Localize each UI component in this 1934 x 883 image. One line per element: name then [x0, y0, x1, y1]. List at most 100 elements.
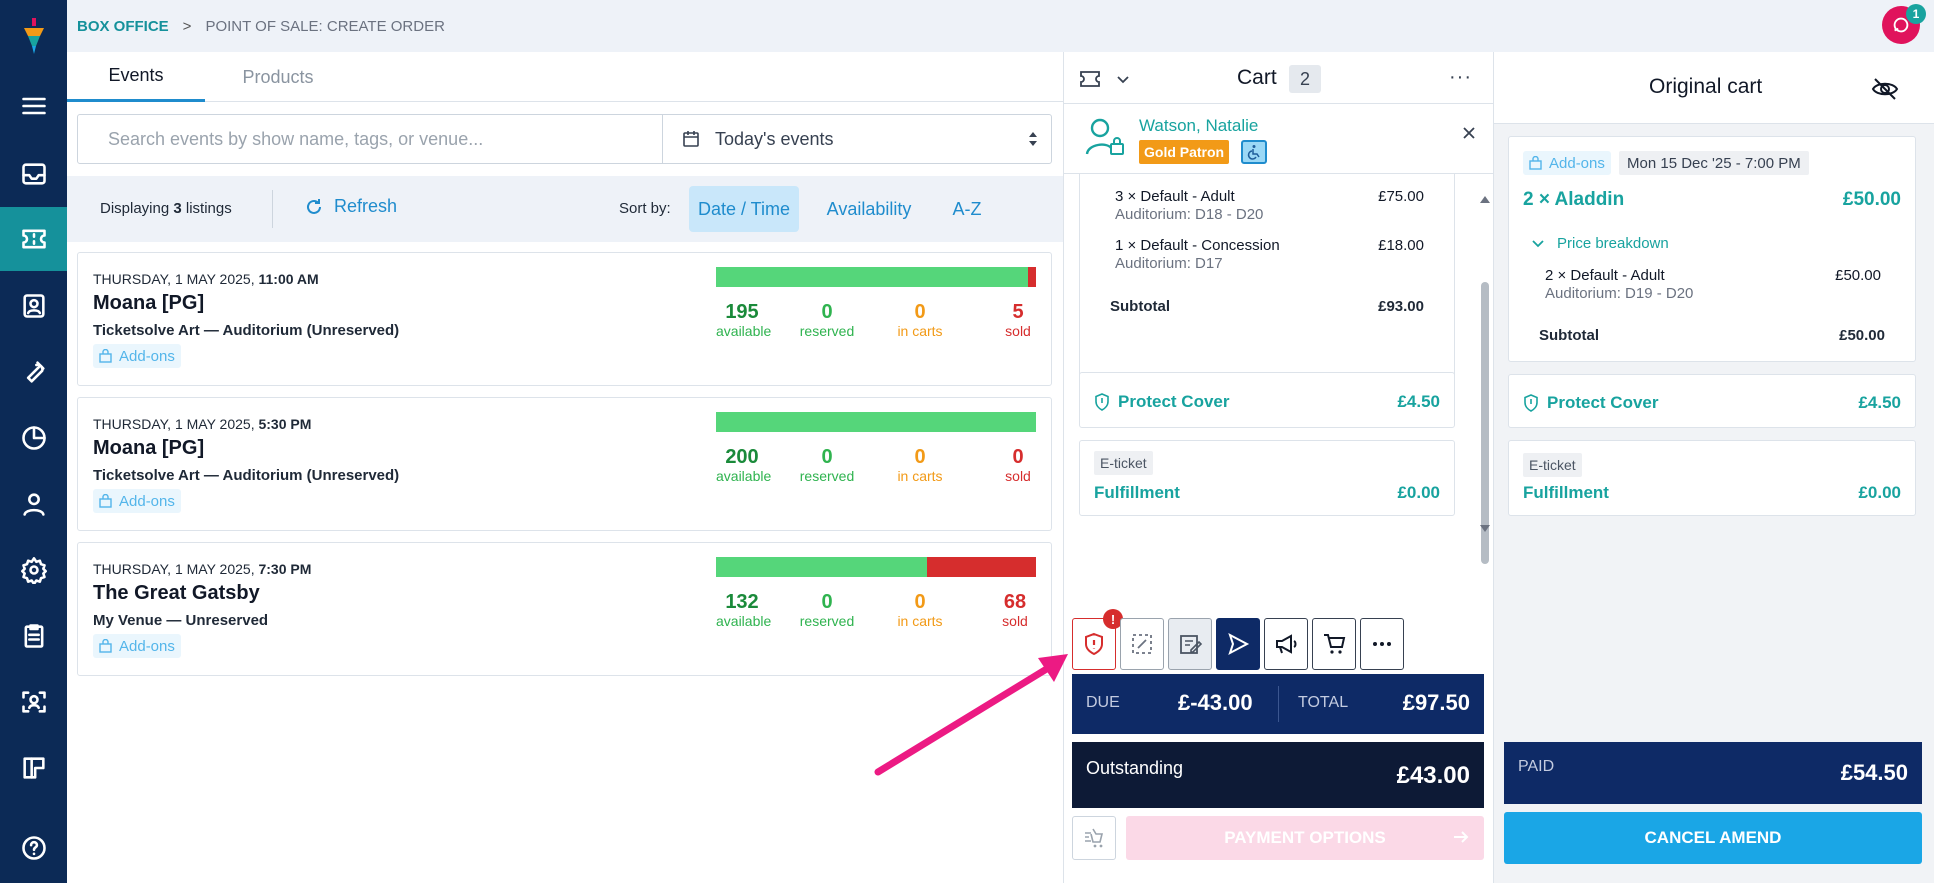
close-icon[interactable] [1462, 126, 1476, 140]
event-venue: Ticketsolve Art — Auditorium (Unreserved… [93, 322, 400, 339]
wrench-icon [26, 361, 45, 383]
breadcrumb-root[interactable]: BOX OFFICE [77, 18, 169, 35]
cart-line-items: 3 × Default - Adult £75.00 Auditorium: D… [1079, 174, 1455, 382]
more-dots-icon [1373, 642, 1391, 646]
event-search-input[interactable] [78, 115, 662, 163]
date-filter-value: Today's events [715, 128, 834, 149]
accessibility-badge [1241, 140, 1267, 164]
stat-available-value: 132 [725, 591, 759, 613]
scroll-thumb[interactable] [1481, 282, 1489, 564]
more-actions-button[interactable] [1360, 618, 1404, 670]
capacity-available-segment [716, 557, 928, 577]
announce-button[interactable] [1264, 618, 1308, 670]
event-card[interactable]: THURSDAY, 1 MAY 2025, 7:30 PM The Great … [77, 542, 1052, 676]
sidebar-item-box-office[interactable] [0, 207, 67, 271]
sort-availability-button[interactable]: Availability [809, 186, 929, 232]
protect-cover-button[interactable]: ! [1072, 609, 1123, 670]
addons-badge[interactable]: Add-ons [93, 634, 181, 658]
event-card[interactable]: THURSDAY, 1 MAY 2025, 5:30 PM Moana [PG]… [77, 397, 1052, 531]
clipboard-icon [24, 624, 43, 648]
customer-row: Watson, Natalie Gold Patron [1064, 104, 1494, 174]
stat-reserved-label: reserved [799, 468, 855, 484]
sidebar-item-orders[interactable] [0, 604, 67, 668]
sidebar-item-tools[interactable] [0, 340, 67, 404]
capacity-available-segment [716, 412, 1036, 432]
sidebar-item-help[interactable] [0, 816, 67, 880]
contact-card-icon [22, 294, 45, 318]
stat-available-label: available [716, 323, 772, 339]
addons-badge[interactable]: Add-ons [1523, 151, 1611, 175]
eye-off-icon[interactable] [1870, 74, 1900, 104]
cart-items-scroll[interactable]: 3 × Default - Adult £75.00 Auditorium: D… [1064, 174, 1494, 654]
tab-events[interactable]: Events [67, 52, 205, 102]
ticket-view-icon[interactable] [1080, 70, 1100, 88]
due-label: DUE [1086, 694, 1120, 711]
line-item-label: 2 × Default - Adult [1545, 267, 1665, 284]
stat-reserved: 0 reserved [794, 301, 860, 339]
sidebar-item-scanning[interactable] [0, 670, 67, 734]
cart-icon [1324, 634, 1346, 654]
stat-available: 195 available [716, 301, 772, 339]
sidebar-item-contacts[interactable] [0, 274, 67, 338]
quick-pay-icon [1085, 828, 1104, 848]
event-date-text: THURSDAY, 1 MAY 2025, [93, 561, 255, 577]
listing-count: Displaying 3 listings [100, 200, 232, 217]
date-filter-select[interactable]: Today's events [663, 115, 1051, 163]
cart-scrollbar[interactable] [1478, 174, 1492, 654]
stat-sold-value: 5 [1012, 301, 1024, 323]
event-date: THURSDAY, 1 MAY 2025, 7:30 PM [93, 561, 311, 577]
stat-available: 132 available [716, 591, 771, 629]
sort-date-time-button[interactable]: Date / Time [689, 186, 799, 232]
refresh-button[interactable]: Refresh [304, 196, 397, 217]
notification-badge: 1 [1906, 4, 1926, 24]
scroll-down-icon[interactable] [1479, 524, 1491, 534]
stat-available-value: 200 [725, 446, 759, 468]
outstanding-value: £43.00 [1396, 762, 1470, 789]
send-button[interactable] [1216, 618, 1260, 670]
refresh-label: Refresh [334, 196, 398, 216]
addons-badge[interactable]: Add-ons [93, 344, 181, 368]
sidebar-item-inbox[interactable] [0, 142, 67, 206]
sidebar-item-people[interactable] [0, 472, 67, 536]
chevron-down-icon[interactable] [1116, 72, 1130, 86]
sidebar-item-settings[interactable] [0, 538, 67, 602]
cart-more-button[interactable]: ··· [1449, 66, 1472, 89]
price-breakdown-label: Price breakdown [1557, 235, 1669, 252]
stat-in-carts: 0 in carts [892, 301, 948, 339]
notes-button[interactable] [1168, 618, 1212, 670]
scroll-up-icon[interactable] [1479, 194, 1491, 204]
protect-cover-row[interactable]: Protect Cover £4.50 [1079, 372, 1455, 428]
cancel-amend-button[interactable]: CANCEL AMEND [1504, 812, 1922, 864]
capacity-bar [716, 267, 1036, 287]
line-item-label: 1 × Default - Concession [1115, 237, 1280, 254]
user-avatar-button[interactable]: 1 [1882, 4, 1926, 44]
payment-options-button[interactable]: PAYMENT OPTIONS [1126, 816, 1484, 860]
stat-sold: 0 sold [1000, 446, 1036, 484]
eticket-badge: E-ticket [1094, 451, 1153, 475]
quick-pay-button[interactable] [1072, 816, 1116, 860]
inbox-icon [21, 163, 46, 185]
pie-chart-icon [21, 426, 46, 450]
menu-button[interactable] [0, 74, 67, 138]
tab-products[interactable]: Products [205, 52, 351, 102]
arrow-right-icon [1454, 831, 1469, 843]
discount-button[interactable] [1120, 618, 1164, 670]
calendar-icon [683, 131, 699, 147]
subtotal-label: Subtotal [1539, 327, 1599, 344]
stat-available: 200 available [716, 446, 771, 484]
sort-az-button[interactable]: A-Z [939, 186, 995, 232]
protect-cover-value: £4.50 [1397, 392, 1440, 411]
sidebar-item-layouts[interactable] [0, 736, 67, 800]
sidebar-item-reports[interactable] [0, 406, 67, 470]
shop-cart-button[interactable] [1312, 618, 1356, 670]
customer-name-link[interactable]: Watson, Natalie [1139, 116, 1258, 136]
stat-reserved-label: reserved [799, 323, 855, 339]
events-tabs: Events Products [67, 52, 1063, 102]
stat-available-value: 195 [725, 301, 759, 323]
fulfillment-row[interactable]: E-ticket Fulfillment £0.00 [1079, 440, 1455, 516]
price-breakdown-toggle[interactable]: Price breakdown [1531, 235, 1669, 252]
addons-badge[interactable]: Add-ons [93, 489, 181, 513]
event-title: Moana [PG] [93, 292, 205, 314]
event-time: 7:30 PM [258, 561, 312, 577]
event-card[interactable]: THURSDAY, 1 MAY 2025, 11:00 AM Moana [PG… [77, 252, 1052, 386]
